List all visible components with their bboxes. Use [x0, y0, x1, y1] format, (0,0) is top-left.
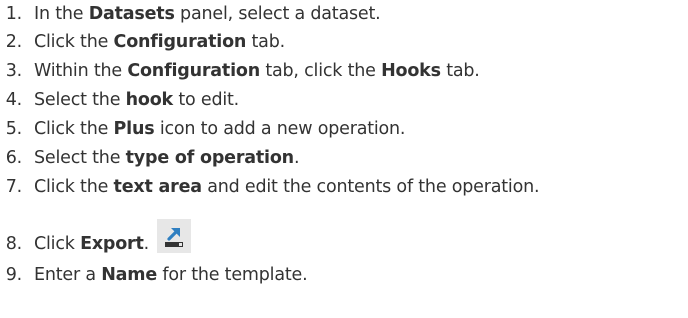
- step-7: 7. Click the text area and edit the conte…: [0, 175, 540, 199]
- step-number: 6.: [5, 148, 22, 168]
- step-text-part: tab.: [440, 61, 480, 81]
- export-arrow-icon: [167, 228, 181, 241]
- step-text: Within the Configuration tab, click the …: [34, 61, 480, 81]
- step-text-part: to edit.: [172, 90, 240, 110]
- step-text-part: icon to add a new operation.: [154, 119, 406, 139]
- step-text-part: Enter a: [34, 265, 102, 285]
- step-text-part: Select the: [34, 90, 126, 110]
- step-text: In the Datasets panel, select a dataset.: [34, 4, 381, 24]
- step-keyword: Export: [80, 234, 144, 254]
- step-text-part: Select the: [34, 148, 126, 168]
- step-text-part: panel, select a dataset.: [174, 4, 381, 24]
- step-text-part: Click the: [34, 119, 114, 139]
- step-text: Click the Plus icon to add a new operati…: [34, 119, 406, 139]
- step-text-part: tab.: [246, 32, 286, 52]
- step-keyword: Plus: [113, 119, 155, 139]
- step-number: 3.: [5, 61, 22, 81]
- step-3: 3. Within the Configuration tab, click th…: [0, 59, 480, 83]
- instruction-list: 1. In the Datasets panel, select a datase…: [0, 0, 688, 318]
- step-4: 4. Select the hook to edit.: [0, 88, 240, 112]
- step-text-part: and edit the contents of the operation.: [201, 177, 540, 197]
- step-6: 6. Select the type of operation.: [0, 146, 300, 170]
- step-text: Click the text area and edit the content…: [34, 177, 540, 197]
- step-number: 9.: [5, 265, 22, 285]
- step-1: 1. In the Datasets panel, select a datase…: [0, 2, 381, 26]
- step-keyword: Configuration: [113, 32, 247, 52]
- step-text: Select the hook to edit.: [34, 90, 239, 110]
- step-keyword: text area: [113, 177, 203, 197]
- step-text-part: .: [293, 148, 300, 168]
- export-icon: [157, 219, 192, 253]
- step-5: 5. Click the Plus icon to add a new opera…: [0, 117, 406, 141]
- step-9: 9. Enter a Name for the template.: [0, 263, 308, 287]
- step-text-part: In the: [34, 4, 89, 24]
- step-number: 2.: [5, 32, 22, 52]
- step-number: 1.: [5, 4, 22, 24]
- step-number: 7.: [5, 177, 22, 197]
- step-number: 4.: [5, 90, 22, 110]
- step-text-part: Click the: [34, 32, 114, 52]
- step-keyword: Hooks: [381, 61, 441, 81]
- step-text-part: Click: [34, 234, 81, 254]
- step-number: 5.: [5, 119, 22, 139]
- step-text-part: Click the: [34, 177, 114, 197]
- step-keyword: type of operation: [125, 148, 294, 168]
- step-keyword: Configuration: [127, 61, 260, 81]
- step-text-part: for the template.: [157, 265, 308, 285]
- step-2: 2. Click the Configuration tab.: [0, 30, 285, 54]
- step-text: Click Export.: [34, 234, 149, 254]
- step-number: 8.: [5, 234, 22, 254]
- step-text-part: .: [143, 234, 150, 254]
- step-text: Click the Configuration tab.: [34, 32, 285, 52]
- step-keyword: Name: [101, 265, 157, 285]
- step-text-part: Within the: [34, 61, 128, 81]
- step-text-part: tab, click the: [259, 61, 382, 81]
- step-text: Select the type of operation.: [34, 148, 300, 168]
- step-keyword: hook: [125, 90, 174, 110]
- step-text: Enter a Name for the template.: [34, 265, 308, 285]
- step-8: 8. Click Export.: [0, 219, 192, 257]
- step-keyword: Datasets: [88, 4, 175, 24]
